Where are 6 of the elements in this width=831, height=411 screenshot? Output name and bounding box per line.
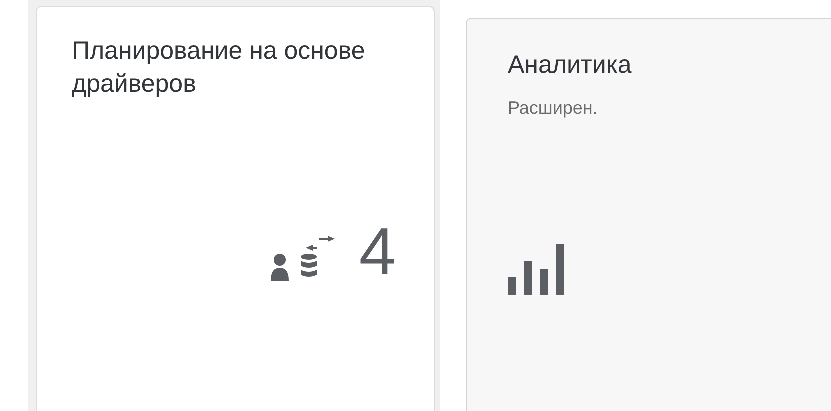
tile-subtitle: Расширен. bbox=[508, 98, 599, 119]
tile-count: 4 bbox=[359, 218, 396, 284]
tile-title: Планирование на основе драйверов bbox=[72, 36, 366, 100]
tile-title: Аналитика bbox=[508, 50, 633, 81]
tile-card[interactable]: Планирование на основе драйверов 4 bbox=[36, 6, 435, 411]
tile-card[interactable]: Аналитика Расширен. bbox=[466, 18, 831, 411]
